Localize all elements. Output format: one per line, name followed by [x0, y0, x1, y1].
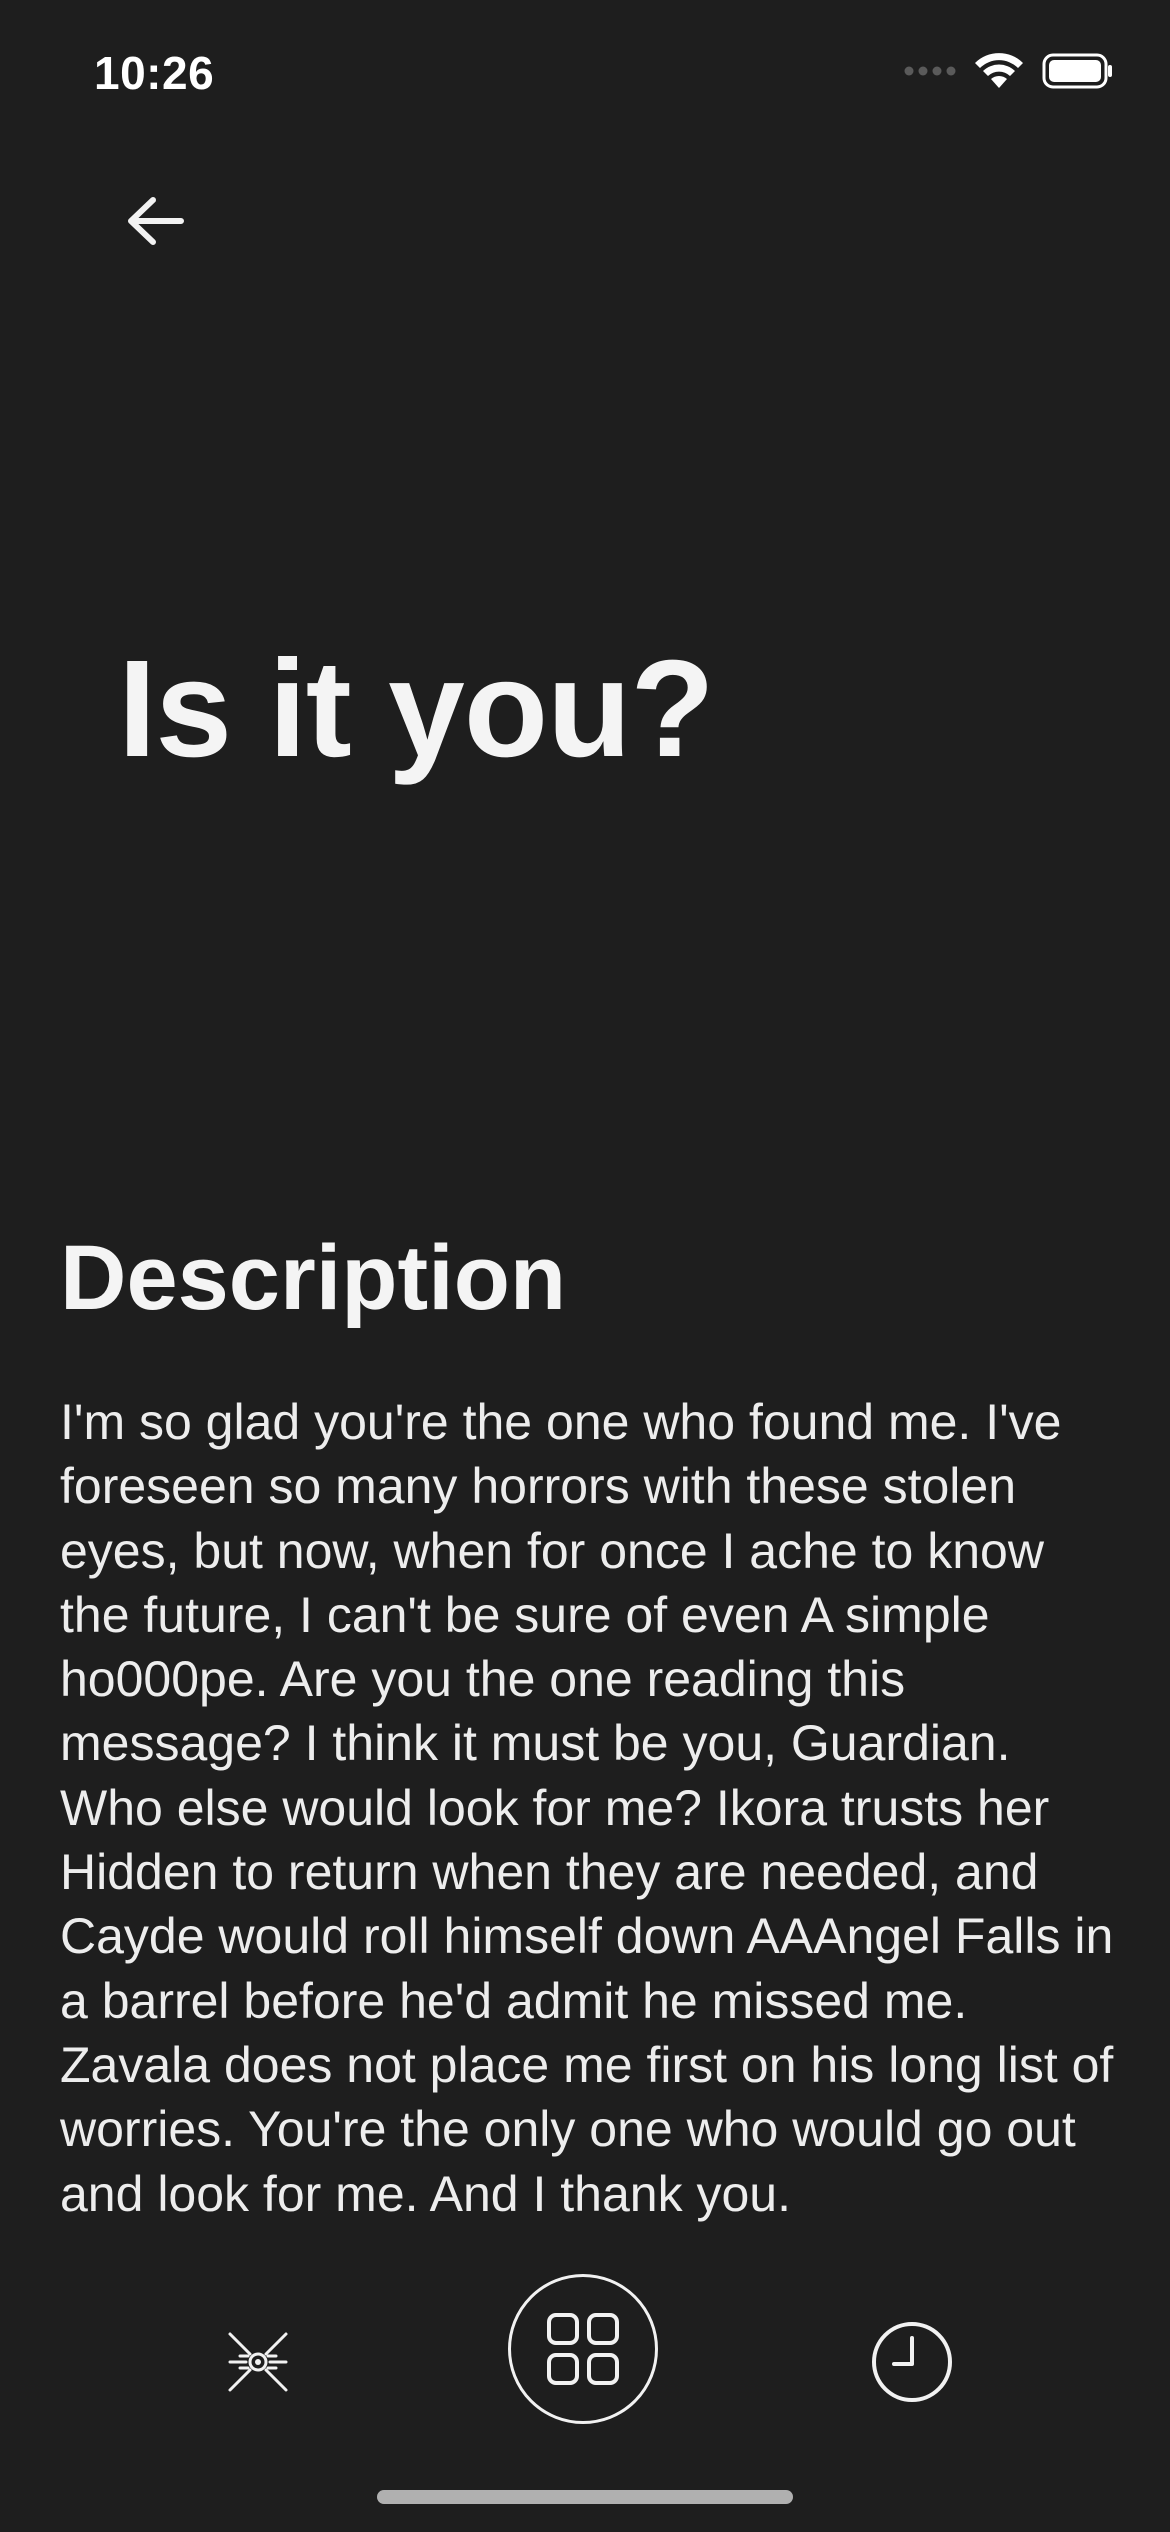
description-body: I'm so glad you're the one who found me.… — [60, 1394, 1114, 2222]
description-heading: Description — [60, 1227, 567, 1329]
cellular-signal-icon — [904, 66, 956, 76]
status-icons — [904, 52, 1114, 90]
battery-icon — [1042, 53, 1112, 89]
ghost-sun-icon — [228, 2332, 288, 2392]
status-bar: 10:26 — [0, 0, 1170, 140]
wifi-icon — [975, 53, 1023, 88]
back-button[interactable] — [110, 176, 200, 266]
tab-bar — [0, 2270, 1170, 2440]
description-scroll-area[interactable]: I'm so glad you're the one who found me.… — [60, 1390, 1120, 2236]
page-title: Is it you? — [118, 632, 715, 786]
arrow-left-icon — [128, 197, 184, 245]
tab-ghost[interactable] — [212, 2316, 304, 2408]
grid-icon — [547, 2313, 619, 2385]
home-indicator — [377, 2490, 793, 2504]
tab-history[interactable] — [866, 2316, 958, 2408]
clock-icon — [872, 2322, 952, 2402]
tab-grid[interactable] — [508, 2274, 658, 2424]
status-time: 10:26 — [94, 47, 215, 99]
